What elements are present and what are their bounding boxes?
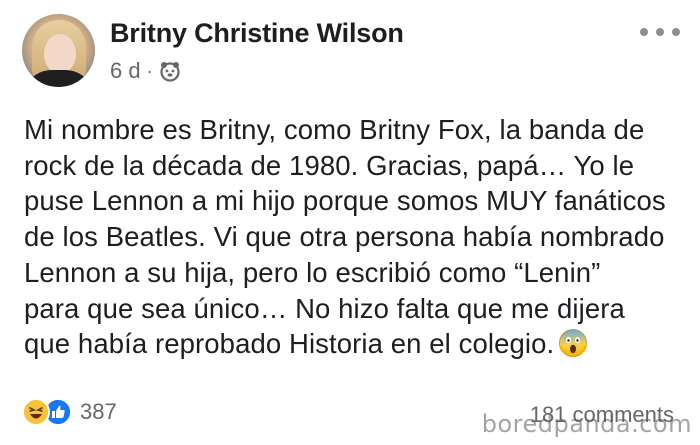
- post-body: Mi nombre es Britny, como Britny Fox, la…: [24, 112, 694, 362]
- friends-icon[interactable]: [159, 60, 181, 82]
- post-text-line: para que sea único… No hizo falta que me…: [24, 292, 625, 324]
- post-meta: 6 d ·: [110, 58, 181, 84]
- post-timestamp[interactable]: 6 d: [110, 58, 141, 84]
- more-options-button[interactable]: [640, 24, 680, 40]
- boredpanda-watermark: boredpanda.com: [481, 410, 692, 438]
- author-name[interactable]: Britny Christine Wilson: [110, 18, 404, 49]
- post-text-last-line: que había reprobado Historia en el coleg…: [24, 326, 694, 362]
- post-text-line: que había reprobado Historia en el coleg…: [24, 328, 555, 360]
- avatar-face: [44, 34, 76, 74]
- post-text-line: Mi nombre es Britny, como Britny Fox, la…: [24, 114, 645, 145]
- author-avatar[interactable]: [22, 14, 95, 87]
- meta-separator: ·: [146, 60, 153, 81]
- face-screaming-in-fear-icon: [558, 328, 588, 358]
- more-dot: [640, 28, 648, 36]
- reaction-count: 387: [80, 399, 117, 424]
- haha-reaction-icon: [22, 398, 50, 426]
- reactions-summary[interactable]: 387: [22, 398, 117, 426]
- post-text-line: Lennon a su hija, pero lo escribió como …: [24, 256, 601, 288]
- facebook-post-card: Britny Christine Wilson 6 d · Mi nombre …: [0, 0, 700, 445]
- post-text-line: puse Lennon a mi hijo porque somos MUY f…: [24, 185, 666, 217]
- more-dot: [672, 28, 680, 36]
- post-text-line: rock de la década de 1980. Gracias, papá…: [24, 149, 635, 181]
- post-text-line: de los Beatles. Vi que otra persona habí…: [24, 221, 665, 253]
- more-dot: [656, 28, 664, 36]
